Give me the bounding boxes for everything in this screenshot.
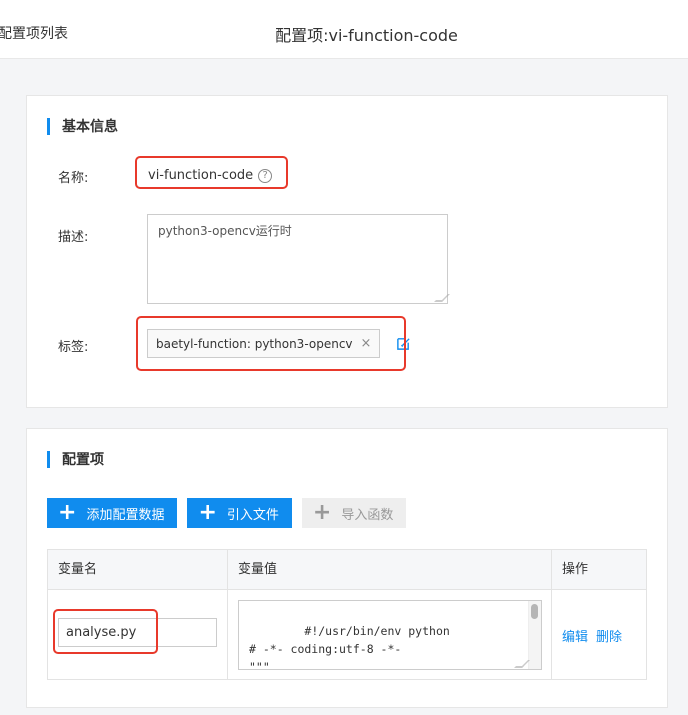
basic-info-card: 基本信息 名称: vi-function-code ? 描述: python3-… <box>26 95 668 408</box>
column-divider <box>551 550 552 679</box>
top-bar: 配置项列表 配置项:vi-function-code <box>0 0 688 59</box>
name-label: 名称: <box>58 171 89 186</box>
config-header: 配置项 <box>47 450 104 468</box>
name-highlight-box <box>135 156 288 189</box>
tags-label: 标签: <box>58 340 89 355</box>
description-text: python3-opencv运行时 <box>158 224 292 238</box>
basic-info-header: 基本信息 <box>47 117 118 135</box>
config-title: 配置项 <box>62 452 104 468</box>
basic-info-title: 基本信息 <box>62 119 118 135</box>
plus-icon: + <box>312 500 332 525</box>
import-function-label: 导入函数 <box>341 507 394 523</box>
description-label: 描述: <box>58 230 89 245</box>
variable-value-textarea[interactable]: #!/usr/bin/env python # -*- coding:utf-8… <box>238 600 542 670</box>
tags-highlight-box <box>136 316 406 371</box>
delete-link[interactable]: 删除 <box>596 626 622 645</box>
section-accent-bar <box>47 117 50 135</box>
column-header-actions: 操作 <box>562 562 589 577</box>
import-function-button[interactable]: + 导入函数 <box>301 498 407 528</box>
scrollbar[interactable] <box>528 601 541 669</box>
plus-icon: + <box>58 500 77 525</box>
import-file-button[interactable]: + 引入文件 <box>187 498 292 528</box>
edit-link[interactable]: 编辑 <box>562 626 588 645</box>
variable-value-text: #!/usr/bin/env python # -*- coding:utf-8… <box>249 624 450 670</box>
column-divider <box>227 550 228 679</box>
scrollbar-thumb[interactable] <box>531 604 538 619</box>
import-file-label: 引入文件 <box>226 507 279 523</box>
config-card: 配置项 + 添加配置数据 + 引入文件 + 导入函数 变量名 变量值 操作 an… <box>26 428 668 708</box>
column-header-var-value: 变量值 <box>238 562 278 577</box>
page-title: 配置项:vi-function-code <box>275 26 458 45</box>
description-textarea[interactable]: python3-opencv运行时 <box>147 214 450 304</box>
config-toolbar: + 添加配置数据 + 引入文件 + 导入函数 <box>47 498 416 528</box>
column-header-var-name: 变量名 <box>58 562 98 577</box>
add-config-data-button[interactable]: + 添加配置数据 <box>47 498 178 528</box>
resize-grip-icon[interactable] <box>434 294 450 302</box>
table-header-row: 变量名 变量值 操作 <box>48 550 646 590</box>
section-accent-bar <box>47 450 50 468</box>
var-name-highlight-box <box>53 609 158 654</box>
add-config-data-label: 添加配置数据 <box>86 507 165 523</box>
plus-icon: + <box>198 500 217 525</box>
